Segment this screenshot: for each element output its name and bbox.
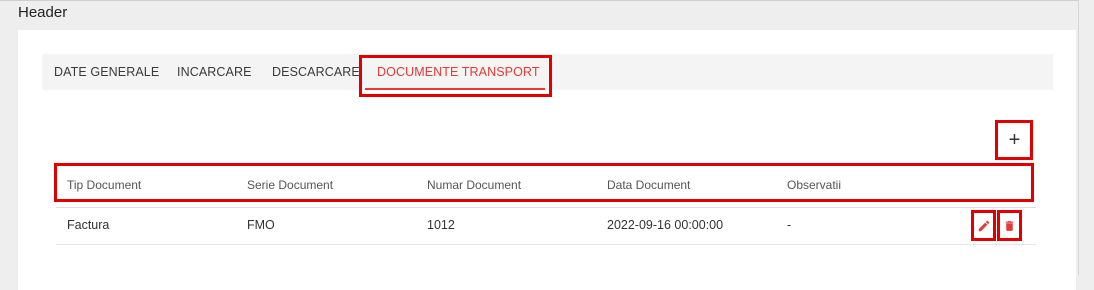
page-title: Header — [18, 4, 68, 21]
column-header-serie-document[interactable]: Serie Document — [247, 178, 333, 192]
column-header-data-document[interactable]: Data Document — [607, 178, 690, 192]
add-document-button[interactable]: + — [998, 122, 1031, 158]
delete-button[interactable] — [998, 213, 1020, 239]
column-header-numar-document[interactable]: Numar Document — [427, 178, 521, 192]
tab-descarcare[interactable]: DESCARCARE — [272, 54, 360, 90]
cell-tip-document: Factura — [67, 218, 110, 232]
trash-icon — [1005, 221, 1013, 231]
pencil-icon — [978, 220, 990, 232]
cell-data-document: 2022-09-16 00:00:00 — [607, 218, 724, 232]
tab-incarcare[interactable]: INCARCARE — [177, 54, 252, 90]
top-border — [0, 0, 1079, 1]
table-row-divider — [56, 244, 1036, 245]
column-header-observatii[interactable]: Observatii — [787, 178, 841, 192]
cell-serie-document: FMO — [247, 218, 275, 232]
tab-documente-transport[interactable]: DOCUMENTE TRANSPORT — [377, 54, 540, 90]
cell-observatii: - — [787, 218, 792, 232]
table-header-divider — [56, 207, 1036, 208]
tab-date-generale[interactable]: DATE GENERALE — [54, 54, 159, 90]
cell-numar-document: 1012 — [427, 218, 455, 232]
right-border — [1078, 0, 1079, 275]
column-header-tip-document[interactable]: Tip Document — [67, 178, 141, 192]
active-tab-indicator — [365, 88, 545, 90]
edit-button[interactable] — [973, 213, 995, 239]
